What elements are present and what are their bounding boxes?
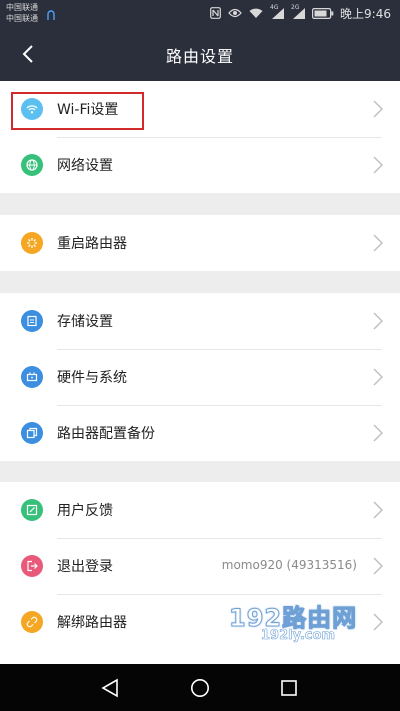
settings-group-4: 用户反馈 退出登录 momo920 (49313516) 解绑路由器 bbox=[0, 482, 400, 664]
backup-icon bbox=[21, 422, 43, 444]
system-home-button[interactable] bbox=[188, 676, 212, 700]
chevron-right-icon bbox=[373, 312, 383, 330]
cell-signal-2g: 2G bbox=[291, 4, 305, 19]
chevron-right-icon bbox=[373, 424, 383, 442]
eye-icon bbox=[228, 8, 242, 18]
storage-settings-item[interactable]: 存储设置 bbox=[0, 293, 400, 349]
system-nav-bar bbox=[0, 664, 400, 711]
signal-bars-icon bbox=[293, 8, 305, 19]
settings-group-3: 存储设置 硬件与系统 路由器配置备份 bbox=[0, 293, 400, 461]
item-label: Wi-Fi设置 bbox=[57, 102, 119, 118]
logout-item[interactable]: 退出登录 momo920 (49313516) bbox=[0, 538, 400, 594]
chevron-right-icon bbox=[373, 501, 383, 519]
item-label: 退出登录 bbox=[57, 559, 113, 575]
feedback-icon bbox=[21, 499, 43, 521]
page-title: 路由设置 bbox=[165, 47, 234, 66]
config-backup-item[interactable]: 路由器配置备份 bbox=[0, 405, 400, 461]
chevron-right-icon bbox=[373, 613, 383, 631]
triangle-back-icon bbox=[101, 678, 118, 698]
data-transfer-icon bbox=[47, 10, 55, 20]
item-label: 网络设置 bbox=[57, 158, 113, 174]
chevron-right-icon bbox=[373, 557, 383, 575]
nfc-icon bbox=[210, 7, 221, 19]
globe-icon bbox=[21, 154, 43, 176]
wifi-settings-item[interactable]: Wi-Fi设置 bbox=[0, 81, 400, 137]
status-icons: 4G 2G bbox=[210, 4, 334, 21]
status-bar: 中国联通 中国联通 4G 2G 晚上9:46 bbox=[0, 0, 400, 27]
square-recents-icon bbox=[281, 680, 297, 696]
system-back-button[interactable] bbox=[98, 676, 122, 700]
cell-signal-4g: 4G bbox=[270, 4, 284, 19]
item-label: 存储设置 bbox=[57, 314, 113, 330]
settings-group-1: Wi-Fi设置 网络设置 bbox=[0, 81, 400, 193]
settings-list: Wi-Fi设置 网络设置 重启路由器 存储设置 硬件与系统 路由器配置备份 用户… bbox=[0, 81, 400, 664]
circle-home-icon bbox=[191, 679, 209, 697]
clock: 晚上9:46 bbox=[340, 7, 391, 21]
chevron-right-icon bbox=[373, 100, 383, 118]
user-feedback-item[interactable]: 用户反馈 bbox=[0, 482, 400, 538]
restart-icon bbox=[21, 232, 43, 254]
unbind-router-item[interactable]: 解绑路由器 bbox=[0, 594, 400, 650]
item-label: 用户反馈 bbox=[57, 503, 113, 519]
carrier-label-1: 中国联通 bbox=[6, 3, 38, 12]
chevron-right-icon bbox=[373, 156, 383, 174]
settings-group-2: 重启路由器 bbox=[0, 215, 400, 271]
header: 路由设置 bbox=[0, 27, 400, 81]
restart-router-item[interactable]: 重启路由器 bbox=[0, 215, 400, 271]
signal-bars-icon bbox=[272, 8, 284, 19]
hardware-icon bbox=[21, 366, 43, 388]
item-label: 重启路由器 bbox=[57, 236, 127, 252]
chevron-right-icon bbox=[373, 368, 383, 386]
account-value: momo920 (49313516) bbox=[221, 558, 357, 572]
battery-icon bbox=[312, 7, 334, 19]
carrier-label-2: 中国联通 bbox=[6, 14, 38, 23]
item-label: 解绑路由器 bbox=[57, 615, 127, 631]
system-recents-button[interactable] bbox=[277, 676, 301, 700]
network-settings-item[interactable]: 网络设置 bbox=[0, 137, 400, 193]
item-label: 路由器配置备份 bbox=[57, 426, 155, 442]
storage-icon bbox=[21, 310, 43, 332]
wifi-signal-icon bbox=[249, 8, 263, 18]
logout-icon bbox=[21, 555, 43, 577]
unbind-icon bbox=[21, 611, 43, 633]
wifi-icon bbox=[21, 98, 43, 120]
item-label: 硬件与系统 bbox=[57, 370, 127, 386]
hardware-system-item[interactable]: 硬件与系统 bbox=[0, 349, 400, 405]
chevron-right-icon bbox=[373, 234, 383, 252]
